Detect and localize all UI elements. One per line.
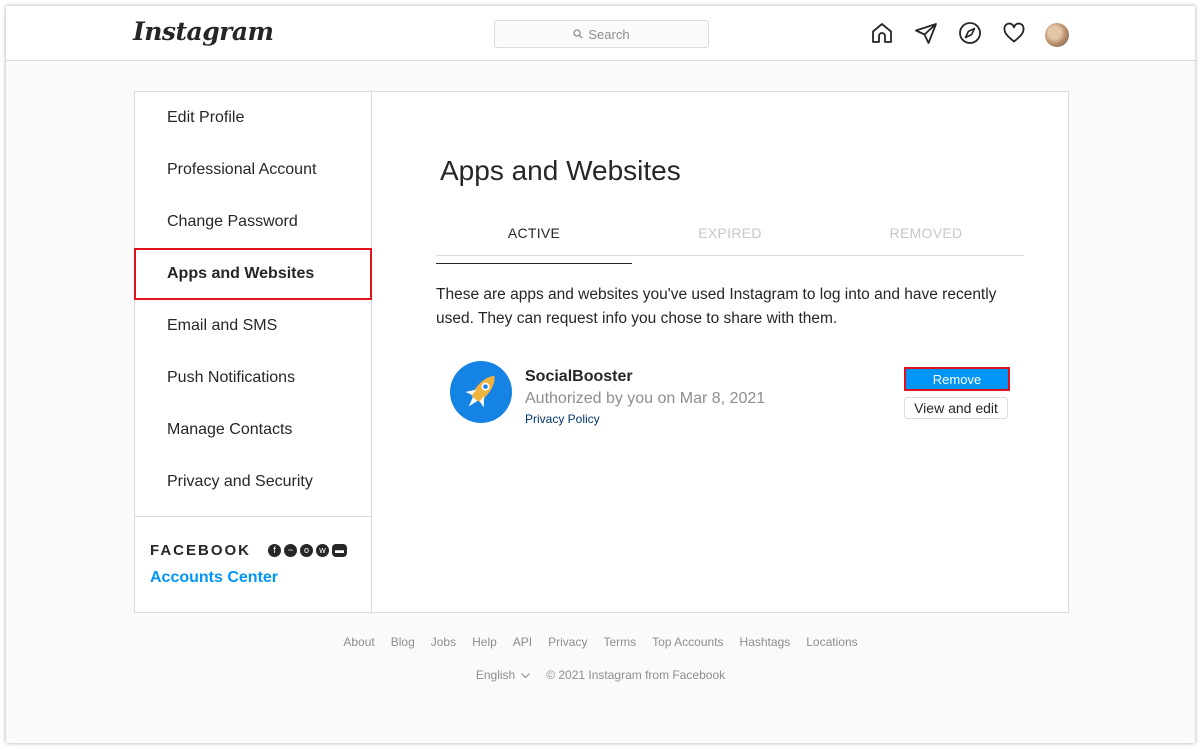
footer-link-top-accounts[interactable]: Top Accounts bbox=[652, 635, 723, 649]
sidebar-item-push-notifications[interactable]: Push Notifications bbox=[135, 352, 371, 404]
search-placeholder: Search bbox=[588, 26, 630, 42]
apps-tabs: ACTIVE EXPIRED REMOVED bbox=[436, 219, 1024, 264]
footer-link-locations[interactable]: Locations bbox=[806, 635, 857, 649]
sidebar-item-manage-contacts[interactable]: Manage Contacts bbox=[135, 404, 371, 456]
sidebar-item-privacy-and-security[interactable]: Privacy and Security bbox=[135, 456, 371, 508]
search-input[interactable]: Search bbox=[494, 20, 709, 48]
tab-active[interactable]: ACTIVE bbox=[436, 219, 632, 264]
footer-link-blog[interactable]: Blog bbox=[391, 635, 415, 649]
footer-link-terms[interactable]: Terms bbox=[603, 635, 636, 649]
app-authorized-date: Authorized by you on Mar 8, 2021 bbox=[525, 390, 766, 407]
accounts-center-link[interactable]: Accounts Center bbox=[150, 569, 278, 587]
privacy-policy-link[interactable]: Privacy Policy bbox=[525, 412, 600, 426]
facebook-app-icons: f ~ o w ▬ bbox=[268, 544, 347, 557]
language-select[interactable]: English bbox=[475, 668, 531, 682]
top-nav: Instagram Search bbox=[6, 6, 1195, 61]
footer-links: About Blog Jobs Help API Privacy Terms T… bbox=[6, 635, 1195, 649]
portal-icon: ▬ bbox=[332, 544, 347, 557]
settings-card: Edit Profile Professional Account Change… bbox=[134, 91, 1069, 613]
copyright: © 2021 Instagram from Facebook bbox=[546, 668, 726, 682]
search-icon bbox=[573, 29, 584, 39]
footer-bottom: English © 2021 Instagram from Facebook bbox=[6, 668, 1195, 682]
footer-link-help[interactable]: Help bbox=[472, 635, 497, 649]
tab-removed[interactable]: REMOVED bbox=[828, 219, 1024, 255]
facebook-icon: f bbox=[268, 544, 281, 557]
page-title: Apps and Websites bbox=[440, 155, 681, 186]
facebook-label: FACEBOOK bbox=[150, 542, 252, 559]
footer-link-jobs[interactable]: Jobs bbox=[431, 635, 456, 649]
language-label: English bbox=[475, 668, 516, 682]
direct-message-icon[interactable] bbox=[914, 21, 938, 45]
app-name: SocialBooster bbox=[525, 368, 633, 385]
heart-icon[interactable] bbox=[1002, 21, 1026, 45]
footer-link-privacy[interactable]: Privacy bbox=[548, 635, 587, 649]
footer-link-about[interactable]: About bbox=[343, 635, 374, 649]
facebook-section: FACEBOOK f ~ o w ▬ Accounts Center bbox=[135, 516, 371, 613]
messenger-icon: ~ bbox=[284, 544, 297, 557]
instagram-icon: o bbox=[300, 544, 313, 557]
profile-avatar[interactable] bbox=[1045, 23, 1069, 47]
sidebar-item-change-password[interactable]: Change Password bbox=[135, 196, 371, 248]
settings-main: Apps and Websites ACTIVE EXPIRED REMOVED… bbox=[372, 92, 1068, 612]
app-window: Instagram Search Edit Profile Profession… bbox=[6, 6, 1195, 743]
rocket-icon bbox=[450, 361, 512, 423]
view-and-edit-button[interactable]: View and edit bbox=[904, 397, 1008, 419]
tab-expired[interactable]: EXPIRED bbox=[632, 219, 828, 255]
sidebar-item-professional-account[interactable]: Professional Account bbox=[135, 144, 371, 196]
footer-link-api[interactable]: API bbox=[513, 635, 532, 649]
chevron-down-icon bbox=[521, 668, 531, 682]
apps-description: These are apps and websites you've used … bbox=[436, 286, 997, 327]
explore-icon[interactable] bbox=[958, 21, 982, 45]
sidebar-item-edit-profile[interactable]: Edit Profile bbox=[135, 92, 371, 144]
footer-link-hashtags[interactable]: Hashtags bbox=[740, 635, 791, 649]
settings-sidebar: Edit Profile Professional Account Change… bbox=[134, 92, 372, 613]
remove-button[interactable]: Remove bbox=[904, 367, 1010, 391]
instagram-logo[interactable]: Instagram bbox=[133, 17, 274, 46]
sidebar-item-email-and-sms[interactable]: Email and SMS bbox=[135, 300, 371, 352]
home-icon[interactable] bbox=[870, 21, 894, 45]
sidebar-item-apps-and-websites[interactable]: Apps and Websites bbox=[134, 248, 372, 300]
whatsapp-icon: w bbox=[316, 544, 329, 557]
